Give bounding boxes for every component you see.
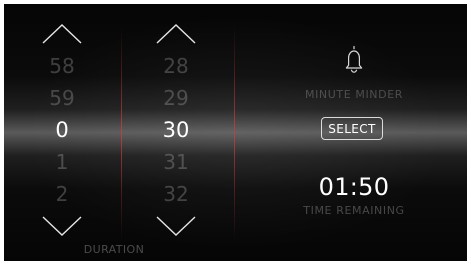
right-picker-value[interactable]: 32 <box>144 184 208 204</box>
minute-minder-label: MINUTE MINDER <box>304 88 403 101</box>
right-picker-up-arrow[interactable] <box>154 22 198 46</box>
left-picker-value[interactable]: 58 <box>30 56 94 76</box>
left-picker-value[interactable]: 1 <box>30 152 94 172</box>
left-picker-up-arrow[interactable] <box>40 22 84 46</box>
select-button[interactable]: SELECT <box>321 117 383 140</box>
chevron-down-icon <box>42 216 82 236</box>
left-picker-value[interactable]: 59 <box>30 88 94 108</box>
right-picker-value[interactable]: 29 <box>144 88 208 108</box>
right-column-divider <box>234 26 235 241</box>
time-remaining-value: 01:50 <box>318 173 390 201</box>
chevron-up-icon <box>156 24 196 44</box>
left-picker-down-arrow[interactable] <box>40 214 84 238</box>
time-remaining-label: TIME REMAINING <box>303 204 405 217</box>
chevron-down-icon <box>156 216 196 236</box>
right-picker-value[interactable]: 31 <box>144 152 208 172</box>
left-picker-value[interactable]: 2 <box>30 184 94 204</box>
chevron-up-icon <box>42 24 82 44</box>
bell-icon <box>342 44 366 78</box>
left-column-divider <box>121 26 122 241</box>
duration-label: DURATION <box>83 243 145 256</box>
right-picker-down-arrow[interactable] <box>154 214 198 238</box>
right-picker-value[interactable]: 28 <box>144 56 208 76</box>
timer-status-pane: MINUTE MINDER SELECT 01:50 TIME REMAININ… <box>280 4 420 261</box>
timer-panel: 58 59 0 1 2 28 29 30 31 32 DURATION MINU… <box>4 4 467 261</box>
left-picker-selected-value[interactable]: 0 <box>30 120 94 141</box>
right-picker-selected-value[interactable]: 30 <box>144 120 208 141</box>
